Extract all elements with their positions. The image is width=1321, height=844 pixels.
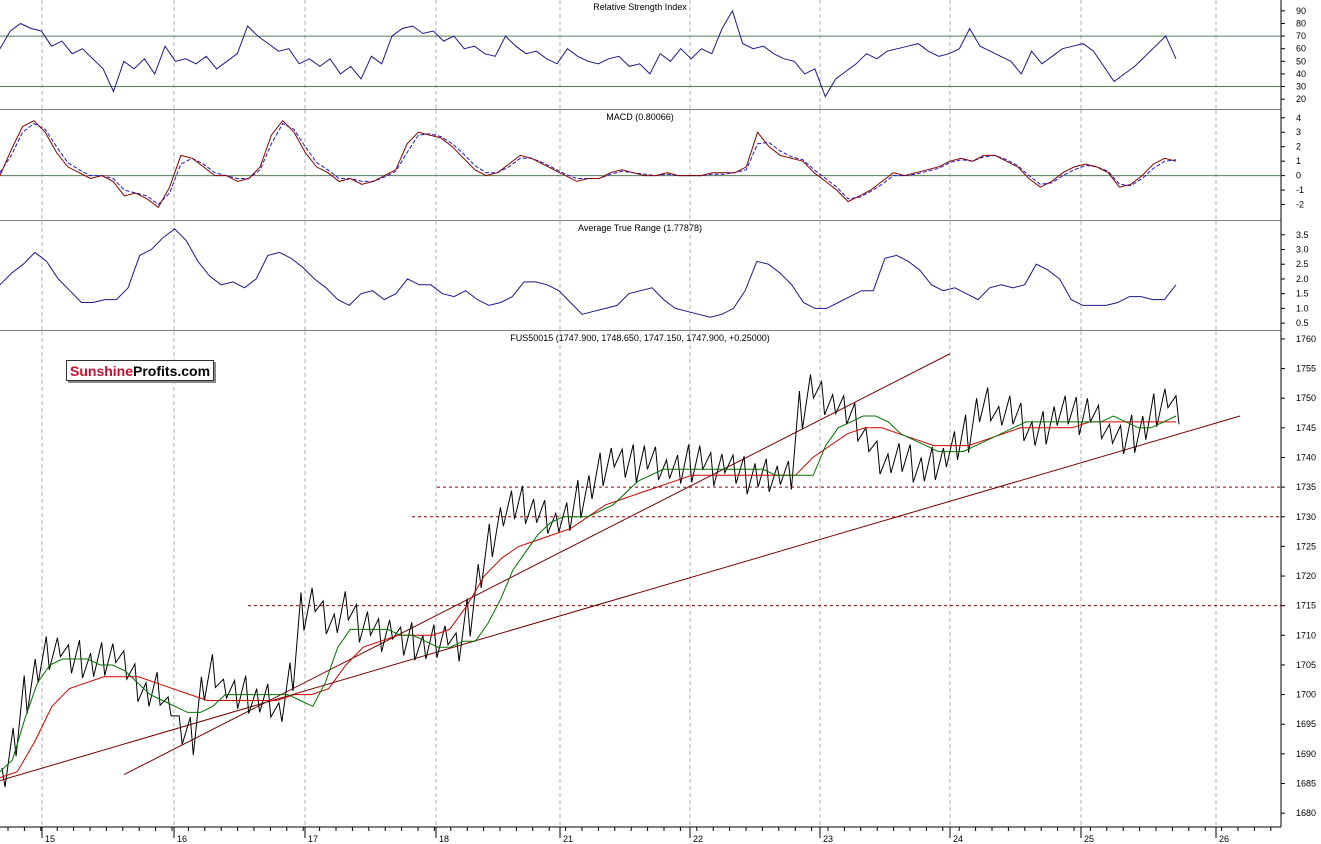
- y-tick-label: 1.5: [1296, 289, 1309, 299]
- y-tick-label: 1725: [1296, 541, 1316, 551]
- y-tick-label: 1710: [1296, 630, 1316, 640]
- panel-bg: [0, 331, 1321, 827]
- y-tick-label: 60: [1296, 44, 1306, 54]
- y-tick-label: 3.5: [1296, 230, 1309, 240]
- x-tick-label: 25: [1084, 834, 1094, 844]
- y-tick-label: 1685: [1296, 779, 1316, 789]
- panel-title: MACD (0.80066): [606, 112, 674, 122]
- y-tick-label: 3: [1296, 127, 1301, 137]
- y-tick-label: 1755: [1296, 364, 1316, 374]
- y-tick-label: 40: [1296, 69, 1306, 79]
- y-tick-label: -1: [1296, 185, 1304, 195]
- y-tick-label: 1695: [1296, 719, 1316, 729]
- y-tick-label: 2: [1296, 142, 1301, 152]
- rsi-panel: Relative Strength Index 20 30 40 50 60 70 80 90: [0, 0, 1321, 111]
- macd-panel: MACD (0.80066) -2 -1 0 1 2 3 4: [0, 110, 1321, 222]
- x-tick-label: 15: [45, 834, 55, 844]
- y-tick-label: 3.0: [1296, 245, 1309, 255]
- y-tick-label: 50: [1296, 56, 1306, 66]
- x-tick-label: 23: [823, 834, 833, 844]
- y-tick-label: 1.0: [1296, 303, 1309, 313]
- sunshine-profits-logo: SunshineProfits.com: [66, 360, 214, 381]
- y-tick-label: 1680: [1296, 808, 1316, 818]
- panel-bg: [0, 0, 1321, 110]
- y-tick-label: 2.0: [1296, 274, 1309, 284]
- y-tick-label: 90: [1296, 6, 1306, 16]
- y-tick-label: 1700: [1296, 690, 1316, 700]
- y-tick-label: 2.5: [1296, 259, 1309, 269]
- y-tick-label: 1690: [1296, 749, 1316, 759]
- y-tick-label: 1735: [1296, 482, 1316, 492]
- y-tick-label: 70: [1296, 31, 1306, 41]
- y-tick-label: 30: [1296, 82, 1306, 92]
- panel-title: FUS50015 (1747.900, 1748.650, 1747.150, …: [510, 333, 769, 343]
- panel-bg: [0, 110, 1321, 221]
- y-tick-label: 1730: [1296, 512, 1316, 522]
- y-tick-label: 0: [1296, 171, 1301, 181]
- x-tick-label: 24: [953, 834, 963, 844]
- y-tick-label: 1720: [1296, 571, 1316, 581]
- chart-stage: Relative Strength Index2030405060708090 …: [0, 0, 1321, 844]
- price-panel: FUS50015 (1747.900, 1748.650, 1747.150, …: [0, 331, 1321, 844]
- panel-title: Relative Strength Index: [593, 2, 687, 12]
- x-tick-label: 21: [563, 834, 573, 844]
- x-tick-label: 22: [693, 834, 703, 844]
- x-tick-label: 17: [308, 834, 318, 844]
- y-tick-label: 4: [1296, 113, 1301, 123]
- y-tick-label: 1715: [1296, 601, 1316, 611]
- x-tick-label: 16: [177, 834, 187, 844]
- y-tick-label: 1: [1296, 156, 1301, 166]
- y-tick-label: 0.5: [1296, 318, 1309, 328]
- atr-panel: Average True Range (1.77878) 0.5 1.0 1.5 2.0…: [0, 221, 1321, 332]
- x-tick-label: 26: [1219, 834, 1229, 844]
- y-tick-label: -2: [1296, 200, 1304, 210]
- y-tick-label: 1760: [1296, 334, 1316, 344]
- y-tick-label: 1705: [1296, 660, 1316, 670]
- x-tick-label: 18: [439, 834, 449, 844]
- y-tick-label: 1750: [1296, 393, 1316, 403]
- panel-bg: [0, 221, 1321, 331]
- y-tick-label: 1745: [1296, 423, 1316, 433]
- y-tick-label: 80: [1296, 18, 1306, 28]
- y-tick-label: 20: [1296, 94, 1306, 104]
- y-tick-label: 1740: [1296, 452, 1316, 462]
- panel-title: Average True Range (1.77878): [578, 223, 702, 233]
